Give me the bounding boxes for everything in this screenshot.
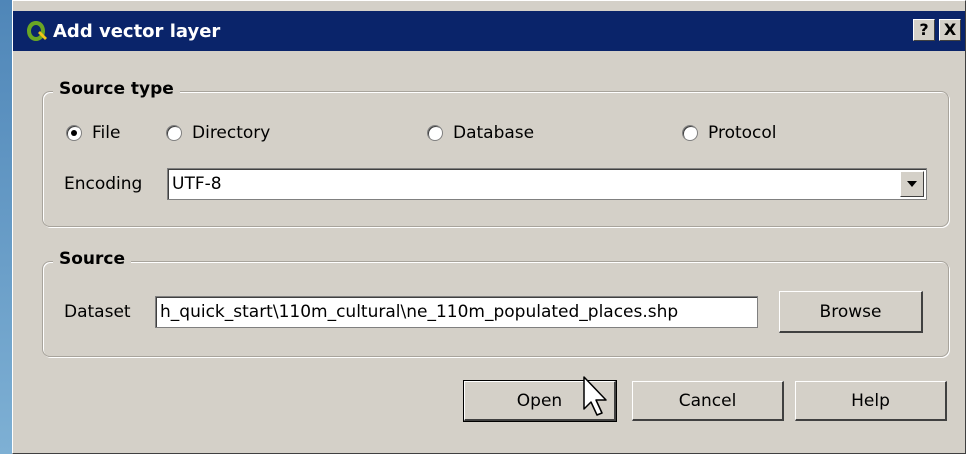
radio-protocol-label: Protocol bbox=[708, 123, 777, 143]
radio-database-label: Database bbox=[453, 123, 535, 143]
browse-button[interactable]: Browse bbox=[779, 291, 923, 333]
radio-checked-icon bbox=[66, 125, 82, 141]
qgis-logo-icon bbox=[21, 16, 51, 46]
close-icon[interactable]: X bbox=[939, 19, 961, 41]
mouse-pointer-icon bbox=[583, 376, 607, 416]
radio-database[interactable]: Database bbox=[427, 123, 534, 143]
radio-unchecked-icon bbox=[166, 125, 182, 141]
radio-directory-label: Directory bbox=[192, 123, 271, 143]
source-type-group: Source type File Directory Database Prot… bbox=[42, 79, 949, 227]
radio-unchecked-icon bbox=[682, 125, 698, 141]
cancel-button[interactable]: Cancel bbox=[632, 381, 784, 421]
encoding-label: Encoding bbox=[64, 174, 143, 194]
radio-file-label: File bbox=[92, 123, 121, 143]
title-bar[interactable]: Add vector layer ? X bbox=[13, 11, 965, 51]
dataset-input[interactable]: h_quick_start\110m_cultural\ne_110m_popu… bbox=[155, 296, 758, 328]
encoding-select[interactable]: UTF-8 bbox=[167, 168, 927, 200]
window-title: Add vector layer bbox=[53, 20, 221, 42]
chevron-down-icon[interactable] bbox=[900, 171, 924, 197]
add-vector-layer-dialog: Add vector layer ? X Source type File Di… bbox=[12, 0, 966, 454]
help-icon[interactable]: ? bbox=[913, 19, 935, 41]
radio-directory[interactable]: Directory bbox=[166, 123, 270, 143]
radio-file[interactable]: File bbox=[66, 123, 120, 143]
encoding-value: UTF-8 bbox=[172, 174, 222, 194]
dataset-label: Dataset bbox=[64, 302, 131, 322]
help-button[interactable]: Help bbox=[795, 381, 947, 421]
radio-protocol[interactable]: Protocol bbox=[682, 123, 777, 143]
desktop-edge bbox=[0, 0, 12, 454]
radio-unchecked-icon bbox=[427, 125, 443, 141]
source-group: Source Dataset h_quick_start\110m_cultur… bbox=[42, 249, 949, 357]
source-type-title: Source type bbox=[53, 79, 180, 99]
source-title: Source bbox=[53, 249, 132, 269]
